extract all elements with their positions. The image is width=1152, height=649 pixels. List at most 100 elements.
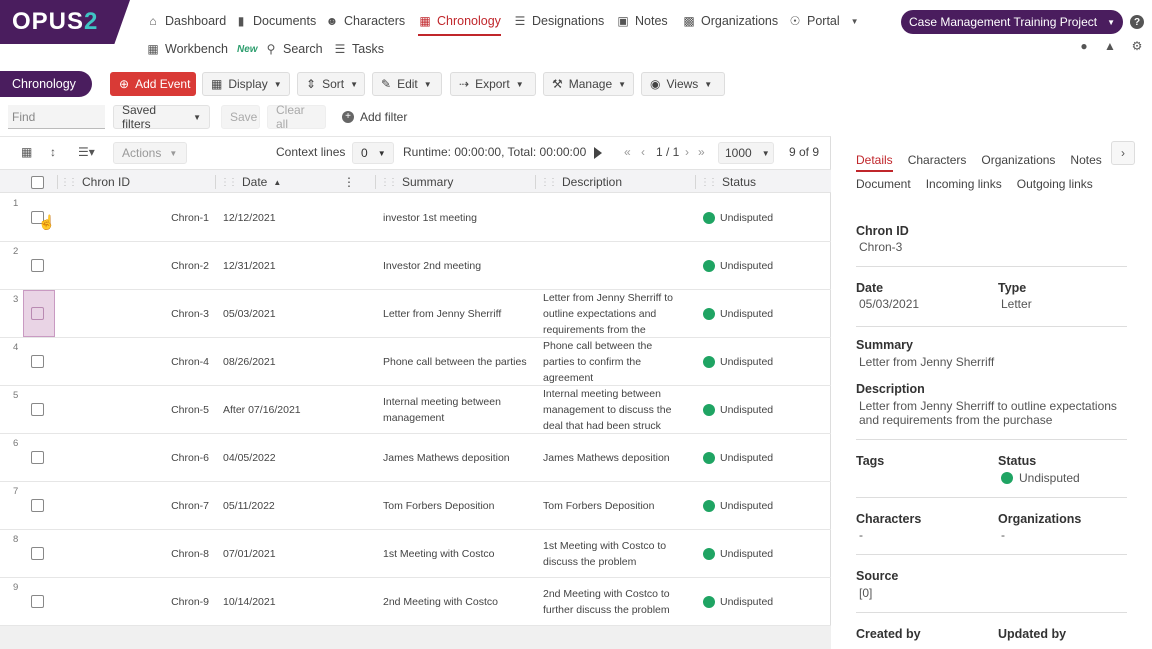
cell-status: Undisputed [703, 386, 773, 433]
column-header-status[interactable]: ⋮⋮ Status [700, 170, 756, 194]
field-value-source[interactable]: [0] [859, 586, 872, 600]
help-icon[interactable]: ? [1130, 15, 1144, 29]
building-icon: ▩ [683, 14, 695, 28]
status-dot-icon [703, 259, 715, 272]
user-icon[interactable]: ● [1077, 39, 1091, 53]
cell-date: After 07/16/2021 [223, 403, 301, 416]
calendar-icon: ▦ [419, 14, 431, 28]
cell-status: Undisputed [703, 578, 773, 625]
display-menu-button[interactable]: ▦ Display ▼ [202, 72, 290, 96]
column-header-chron-id[interactable]: ⋮⋮ Chron ID [60, 170, 130, 194]
add-filter-button[interactable]: + Add filter [342, 110, 407, 124]
play-icon[interactable] [594, 147, 602, 159]
row-checkbox[interactable] [31, 595, 44, 611]
table-row[interactable]: 1 ☝ Chron-1 12/12/2021 investor 1st meet… [0, 194, 831, 242]
field-label-organizations: Organizations [998, 512, 1082, 526]
column-header-date[interactable]: ⋮⋮ Date ▲ [220, 170, 281, 194]
export-menu-button[interactable]: ⇢ Export ▼ [450, 72, 536, 96]
save-filter-button[interactable]: Save [221, 105, 260, 129]
cell-chron-id: Chron-3 [171, 307, 209, 320]
first-page-icon[interactable]: « [624, 145, 631, 159]
column-menu-icon[interactable]: ⋮ [343, 170, 355, 194]
cell-summary: Internal meeting between management [383, 395, 501, 424]
project-selector[interactable]: Case Management Training Project ▼ [901, 10, 1123, 34]
nav-workbench[interactable]: ▦ Workbench New [146, 40, 257, 58]
gear-icon[interactable]: ⚙ [1130, 39, 1144, 53]
page-indicator: 1 / 1 [656, 145, 680, 159]
cell-summary: Phone call between the parties [383, 355, 527, 368]
cell-summary: investor 1st meeting [383, 211, 477, 224]
nav-tasks[interactable]: ☰ Tasks [333, 40, 384, 58]
nav-portal[interactable]: ☉ Portal ▼ [788, 12, 859, 30]
find-input[interactable] [8, 105, 105, 129]
prev-page-icon[interactable]: ‹ [641, 145, 645, 159]
chevron-right-icon[interactable]: › [1111, 141, 1135, 165]
nav-designations[interactable]: ☰ Designations [513, 12, 605, 30]
row-checkbox[interactable] [31, 547, 44, 563]
cell-chron-id: Chron-1 [171, 211, 209, 224]
page-size-select[interactable]: 1000 ▼ [718, 142, 774, 164]
tab-document[interactable]: Document [856, 177, 911, 191]
nav-notes[interactable]: ▣ Notes [616, 12, 667, 30]
tab-notes[interactable]: Notes [1070, 153, 1101, 167]
clear-all-button[interactable]: Clear all [267, 103, 326, 131]
table-row[interactable]: 8 Chron-8 07/01/2021 1st Meeting with Co… [0, 530, 831, 578]
cell-description: 1st Meeting with Costco to discuss the p… [543, 539, 667, 568]
tab-outgoing-links[interactable]: Outgoing links [1017, 177, 1093, 191]
field-value-type: Letter [1001, 297, 1032, 311]
grid-toolbar: ▦ ↕ ☰▾ Actions ▼ Context lines 0 ▼ Runtime… [0, 137, 831, 167]
row-checkbox[interactable] [31, 259, 44, 275]
context-lines-select[interactable]: 0 ▼ [352, 142, 394, 164]
last-page-icon[interactable]: » [698, 145, 705, 159]
tab-characters[interactable]: Characters [908, 153, 967, 167]
cell-chron-id: Chron-9 [171, 595, 209, 608]
table-row[interactable]: 7 Chron-7 05/11/2022 Tom Forbers Deposit… [0, 482, 831, 530]
table-row[interactable]: 4 Chron-4 08/26/2021 Phone call between … [0, 338, 831, 386]
opus2-logo[interactable]: OPUS2 [0, 0, 130, 44]
table-row-selected[interactable]: 3 Chron-3 05/03/2021 Letter from Jenny S… [0, 290, 831, 338]
row-checkbox[interactable] [31, 355, 44, 371]
nav-organizations[interactable]: ▩ Organizations [682, 12, 778, 30]
table-row[interactable]: 2 Chron-2 12/31/2021 Investor 2nd meetin… [0, 242, 831, 290]
mouse-cursor-icon: ☝ [38, 214, 56, 230]
column-header-summary[interactable]: ⋮⋮ Summary [380, 170, 453, 194]
cell-description [543, 194, 683, 241]
edit-menu-button[interactable]: ✎ Edit ▼ [372, 72, 442, 96]
columns-icon[interactable]: ☰▾ [78, 145, 95, 159]
row-checkbox[interactable] [31, 499, 44, 515]
add-event-button[interactable]: ⊕ Add Event [110, 72, 196, 96]
column-header-description[interactable]: ⋮⋮ Description [540, 170, 622, 194]
tab-organizations[interactable]: Organizations [981, 153, 1055, 167]
chevron-down-icon: ▼ [515, 79, 524, 89]
tab-incoming-links[interactable]: Incoming links [926, 177, 1002, 191]
row-checkbox[interactable] [31, 451, 44, 467]
grid-view-icon[interactable]: ▦ [21, 145, 32, 159]
views-menu-button[interactable]: ◉ Views ▼ [641, 72, 725, 96]
chevron-down-icon: ▼ [193, 112, 201, 122]
nav-documents[interactable]: ▮ Documents [234, 12, 317, 30]
saved-filters-dropdown[interactable]: Saved filters ▼ [113, 103, 210, 131]
table-row[interactable]: 9 Chron-9 10/14/2021 2nd Meeting with Co… [0, 578, 831, 626]
sort-menu-button[interactable]: ⇕ Sort ▼ [297, 72, 365, 96]
next-page-icon[interactable]: › [685, 145, 689, 159]
section-title: Chronology [0, 71, 92, 97]
table-row[interactable]: 5 Chron-5 After 07/16/2021 Internal meet… [0, 386, 831, 434]
manage-menu-button[interactable]: ⚒ Manage ▼ [543, 72, 634, 96]
select-all-checkbox[interactable] [31, 170, 44, 194]
bell-icon[interactable]: ▲ [1103, 39, 1117, 53]
nav-chronology[interactable]: ▦ Chronology [418, 12, 501, 36]
actions-dropdown[interactable]: Actions ▼ [113, 142, 187, 164]
tab-details[interactable]: Details [856, 153, 893, 172]
field-label-source: Source [856, 569, 899, 583]
nav-characters[interactable]: ☻ Characters [325, 12, 405, 30]
table-row[interactable]: 6 Chron-6 04/05/2022 James Mathews depos… [0, 434, 831, 482]
nav-dashboard[interactable]: ⌂ Dashboard [146, 12, 226, 30]
drag-handle-icon: ⋮⋮ [540, 176, 558, 188]
row-checkbox[interactable] [31, 307, 44, 323]
row-height-icon[interactable]: ↕ [50, 145, 56, 159]
cell-date: 10/14/2021 [223, 595, 276, 608]
status-dot-icon [703, 211, 715, 224]
main-toolbar: Chronology ⊕ Add Event ▦ Display ▼ ⇕ Sort ▼ ✎… [0, 66, 1152, 100]
row-checkbox[interactable] [31, 403, 44, 419]
nav-search[interactable]: ⚲ Search [264, 40, 323, 58]
